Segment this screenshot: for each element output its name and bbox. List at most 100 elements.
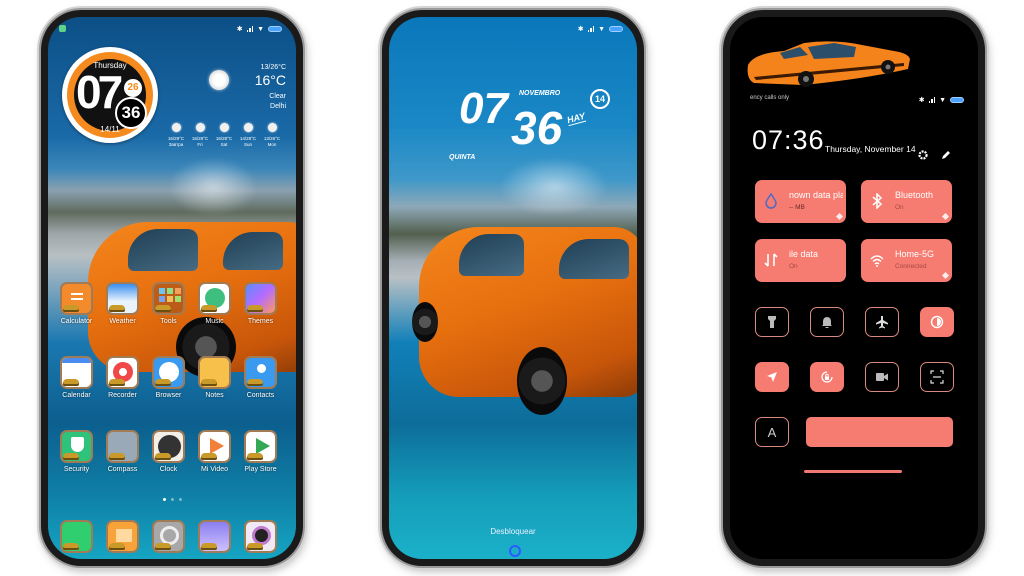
- app-themes[interactable]: Themes: [244, 282, 277, 325]
- forecast-day: 16/28°C Sat: [214, 123, 234, 148]
- app-mi-video[interactable]: Mi Video: [198, 430, 231, 473]
- car-wheel: [517, 347, 567, 415]
- settings-gear-icon: [152, 520, 185, 553]
- dock-gallery[interactable]: [198, 520, 231, 553]
- app-music[interactable]: Music: [198, 282, 231, 325]
- app-calendar[interactable]: Calendar: [60, 356, 93, 399]
- security-shield-icon: [60, 430, 93, 463]
- battery-icon: [268, 26, 282, 32]
- clock-date: 14/11: [100, 125, 120, 134]
- sun-icon: [267, 123, 277, 132]
- browser-icon: [152, 356, 185, 389]
- forecast-label: Mon: [267, 142, 277, 147]
- phone-control-center: ency calls only ✱ ▼ 07:36 Thursday, Nove…: [723, 10, 985, 566]
- status-bar: ✱ ▼: [578, 25, 623, 33]
- clock-widget[interactable]: Thursday 07 26 36 14/11: [62, 47, 158, 143]
- app-clock[interactable]: Clock: [152, 430, 185, 473]
- sun-icon: [209, 70, 229, 90]
- app-play-store[interactable]: Play Store: [244, 430, 277, 473]
- tile-data-usage[interactable]: nown data pla -- MB: [755, 180, 846, 223]
- app-weather[interactable]: Weather: [106, 282, 139, 325]
- tile-title: Home-5G: [895, 249, 935, 259]
- dock-settings[interactable]: [152, 520, 185, 553]
- notes-icon: [198, 356, 231, 389]
- toggle-screen-recorder[interactable]: [865, 362, 899, 392]
- status-bar: ✱ ▼: [919, 96, 964, 104]
- folder-icon: [152, 282, 185, 315]
- toggle-scanner[interactable]: [920, 362, 954, 392]
- dock-camera[interactable]: [244, 520, 277, 553]
- battery-icon: [950, 97, 964, 103]
- app-browser[interactable]: Browser: [152, 356, 185, 399]
- calendar-icon: [60, 356, 93, 389]
- app-contacts[interactable]: Contacts: [244, 356, 277, 399]
- recorder-icon: [106, 356, 139, 389]
- toggle-location[interactable]: [755, 362, 789, 392]
- mobile-data-icon: [764, 253, 778, 267]
- tile-subtitle: -- MB: [789, 204, 805, 211]
- weather-widget[interactable]: 13/26°C 16°C Clear Delhi: [255, 64, 286, 112]
- music-icon: [198, 282, 231, 315]
- wifi-icon: [870, 255, 884, 267]
- forecast-day: 16/28°C Fri: [190, 123, 210, 148]
- dock-phone[interactable]: [60, 520, 93, 553]
- edit-pencil-icon[interactable]: [941, 150, 951, 160]
- water-splash: [168, 157, 258, 217]
- car-sticker-image: [747, 41, 910, 87]
- toggle-airplane-mode[interactable]: [865, 307, 899, 337]
- lock-day-badge: 14: [590, 89, 610, 109]
- auto-brightness-button[interactable]: A: [755, 417, 789, 447]
- tile-title: nown data pla: [789, 190, 843, 200]
- forecast-day: 13/26°C Mon: [262, 123, 282, 148]
- app-compass[interactable]: Compass: [106, 430, 139, 473]
- tile-title: Bluetooth: [895, 190, 934, 200]
- emergency-calls-label: ency calls only: [750, 95, 790, 101]
- app-calculator[interactable]: Calculator: [60, 282, 93, 325]
- flashlight-icon: [768, 316, 776, 328]
- forecast-label: Fri: [197, 142, 203, 147]
- toggle-mute[interactable]: [810, 307, 844, 337]
- app-security[interactable]: Security: [60, 430, 93, 473]
- toggle-dark-mode[interactable]: [920, 307, 954, 337]
- app-notification-icon: [59, 25, 66, 32]
- location-arrow-icon: [767, 372, 777, 382]
- brightness-slider[interactable]: [806, 417, 953, 447]
- control-date: Thursday, November 14: [825, 144, 916, 154]
- clock-hour: 07: [76, 66, 123, 118]
- weather-temp: 16°C: [254, 72, 286, 88]
- app-label: Notes: [205, 392, 224, 399]
- bluetooth-icon: ✱: [918, 97, 925, 104]
- home-indicator[interactable]: [804, 470, 902, 473]
- tile-expand-icon: [941, 271, 950, 280]
- calculator-icon: [60, 282, 93, 315]
- tile-title: ile data: [789, 249, 819, 259]
- app-notes[interactable]: Notes: [198, 356, 231, 399]
- toggle-rotation-lock[interactable]: [810, 362, 844, 392]
- page-indicator[interactable]: [48, 498, 296, 501]
- compass-icon: [106, 430, 139, 463]
- weather-city: Delhi: [270, 103, 286, 110]
- toggle-flashlight[interactable]: [755, 307, 789, 337]
- control-center: ency calls only ✱ ▼ 07:36 Thursday, Nove…: [730, 17, 978, 559]
- status-bar: ✱ ▼: [237, 25, 282, 33]
- tile-mobile-data[interactable]: ile data On: [755, 239, 846, 282]
- sun-icon: [195, 123, 205, 132]
- phone-home-screen: ✱ ▼ Thursday 07 26 36 14/11 13/26°C 16°C…: [41, 10, 303, 566]
- video-camera-icon: [876, 373, 888, 381]
- tile-wifi[interactable]: Home-5G Connected: [861, 239, 952, 282]
- clock-icon: [152, 430, 185, 463]
- signal-icon: [928, 97, 936, 103]
- dock-messages[interactable]: [106, 520, 139, 553]
- app-label: Calculator: [60, 318, 93, 325]
- signal-icon: [246, 26, 254, 32]
- app-tools-folder[interactable]: Tools: [152, 282, 185, 325]
- tile-bluetooth[interactable]: Bluetooth On: [861, 180, 952, 223]
- app-recorder[interactable]: Recorder: [106, 356, 139, 399]
- fingerprint-icon[interactable]: [509, 545, 521, 557]
- airplane-icon: [876, 316, 888, 329]
- forecast-label: Sun: [243, 142, 252, 147]
- app-label: Browser: [155, 392, 182, 399]
- car-window: [128, 229, 198, 271]
- settings-gear-icon[interactable]: [918, 150, 928, 160]
- wifi-icon: ▼: [939, 96, 946, 104]
